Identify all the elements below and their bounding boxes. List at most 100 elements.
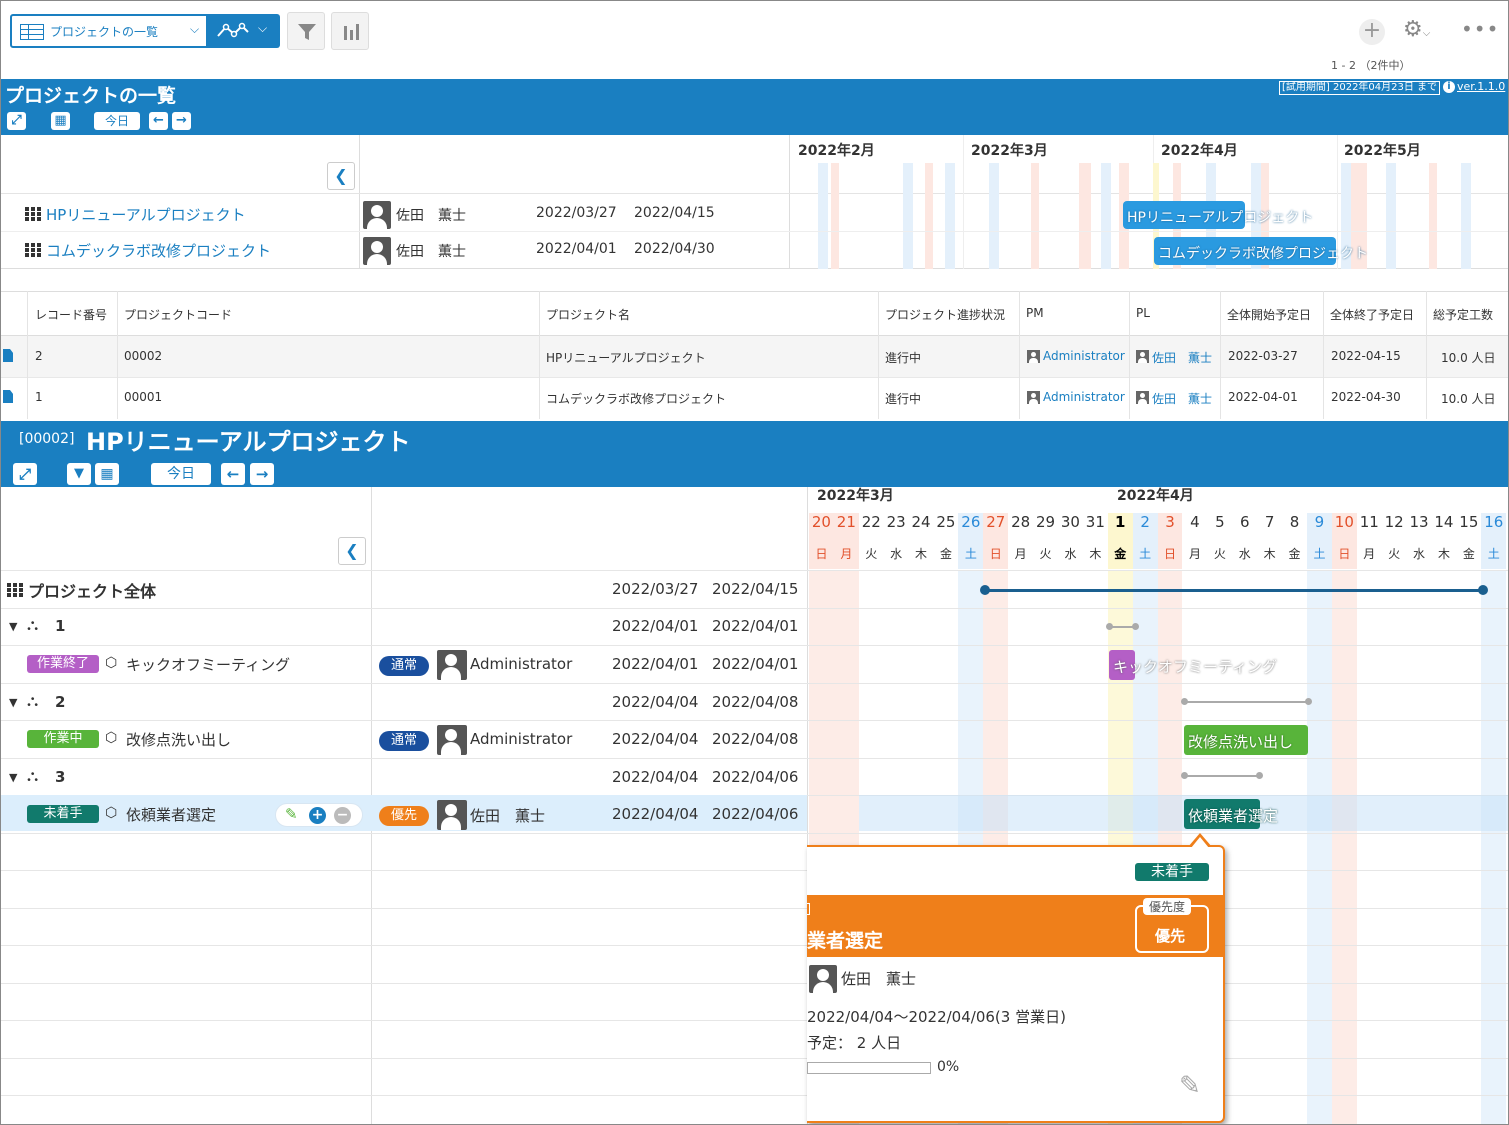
today-button[interactable]: 今日: [151, 463, 211, 485]
day-column-header: 10 日: [1331, 513, 1357, 569]
column-header[interactable]: プロジェクトコード: [124, 306, 232, 323]
avatar: [437, 725, 467, 755]
column-header[interactable]: 全体終了予定日: [1330, 306, 1414, 323]
project-link[interactable]: HPリニューアルプロジェクト: [46, 204, 246, 225]
group-span-line[interactable]: [1184, 775, 1260, 777]
today-button[interactable]: 今日: [94, 112, 140, 130]
more-options-icon[interactable]: •••: [1461, 17, 1499, 41]
table-cell[interactable]: 佐田 薫士: [1152, 349, 1212, 366]
remove-circle-icon[interactable]: −: [334, 807, 351, 824]
version-link[interactable]: ver.1.1.0: [1457, 80, 1505, 93]
start-date: 2022/03/27: [612, 580, 699, 598]
day-column-header: 27 日: [983, 513, 1009, 569]
edit-icon[interactable]: ✎: [1179, 1071, 1201, 1101]
calendar-icon[interactable]: ▦: [51, 112, 70, 130]
filter-button[interactable]: [287, 12, 325, 50]
task-bar-label: キックオフミーティング: [1113, 658, 1278, 676]
chevron-down-icon: ⌵: [258, 21, 268, 35]
weekday-label: 月: [1014, 547, 1027, 561]
weekday-label: 金: [1288, 547, 1301, 561]
weekday-label: 月: [840, 547, 853, 561]
task-label[interactable]: キックオフミーティング: [126, 654, 290, 675]
weekday-label: 金: [939, 547, 952, 561]
column-header[interactable]: プロジェクト進捗状況: [885, 306, 1005, 323]
day-column-header: 6水: [1232, 513, 1257, 569]
add-record-button[interactable]: +: [1359, 19, 1385, 45]
collapse-left-button[interactable]: ❮: [327, 162, 355, 190]
grid-icon: [25, 207, 41, 221]
caret-down-icon[interactable]: ▼: [9, 771, 17, 784]
page-title: プロジェクトの一覧: [5, 85, 177, 107]
prev-arrow-icon[interactable]: ←: [149, 112, 168, 130]
row-line: [1, 870, 1508, 871]
day-column-header: 26 土: [958, 513, 984, 569]
day-column-header: 5火: [1207, 513, 1232, 569]
table-cell[interactable]: 佐田 薫士: [1152, 390, 1212, 407]
prev-arrow-icon[interactable]: ←: [221, 463, 245, 485]
graph-view-button[interactable]: ⌵: [208, 14, 280, 48]
weekday-label: 木: [1263, 547, 1276, 561]
table-cell[interactable]: Administrator: [1043, 349, 1125, 363]
task-label[interactable]: 改修点洗い出し: [126, 729, 231, 750]
weekday-label: 水: [890, 547, 903, 561]
group-span-line[interactable]: [1184, 701, 1308, 703]
overview-header: プロジェクトの一覧 [試用期間] 2022年04月23日 まで i ver.1.…: [1, 79, 1508, 135]
day-column-header: 3日: [1157, 513, 1183, 569]
caret-down-icon[interactable]: ▼: [9, 696, 17, 709]
document-icon[interactable]: [3, 390, 13, 403]
priority-value: 優先: [1155, 927, 1186, 945]
expand-icon[interactable]: ⤢: [13, 463, 37, 485]
column-header[interactable]: レコード番号: [35, 306, 107, 323]
view-selector[interactable]: プロジェクトの一覧 ⌵: [10, 14, 208, 48]
status-badge: 未着手: [27, 805, 99, 823]
weekday-label: 月: [1188, 547, 1201, 561]
day-number: 10: [1334, 513, 1354, 531]
day-column-header: 30 水: [1058, 513, 1083, 569]
caret-down-icon[interactable]: ▼: [9, 620, 17, 633]
assignee-name: 佐田 薫士: [470, 807, 546, 825]
document-icon[interactable]: [3, 349, 13, 362]
column-header[interactable]: 全体開始予定日: [1227, 306, 1311, 323]
day-number: 7: [1264, 513, 1275, 531]
cube-icon: ⬡: [105, 655, 118, 671]
calendar-icon[interactable]: ▦: [95, 463, 119, 485]
weekday-label: 火: [1039, 547, 1052, 561]
column-header[interactable]: 総予定工数: [1433, 306, 1493, 323]
project-span-line[interactable]: [984, 589, 1484, 592]
popup-plan: 予定： 2 人日: [807, 1034, 902, 1052]
user-icon: [1136, 350, 1149, 363]
add-circle-icon[interactable]: +: [309, 807, 326, 824]
project-title: HPリニューアルプロジェクト: [86, 428, 411, 456]
weekday-label: 土: [1139, 547, 1152, 561]
expand-icon[interactable]: ⤢: [7, 112, 26, 130]
weekday-label: 水: [1238, 547, 1251, 561]
row-label: 2: [55, 693, 66, 711]
table-cell[interactable]: Administrator: [1043, 390, 1125, 404]
day-column-header: 24 木: [909, 513, 934, 569]
edit-icon[interactable]: ✎: [285, 805, 298, 823]
column-header[interactable]: PL: [1136, 306, 1150, 320]
next-arrow-icon[interactable]: →: [172, 112, 191, 130]
user-icon: [1027, 391, 1040, 404]
column-header[interactable]: プロジェクト名: [546, 306, 630, 323]
popup-assignee: 佐田 薫士: [841, 970, 917, 988]
gear-icon[interactable]: ⚙⌵: [1403, 17, 1430, 42]
day-column-header: 15 金: [1456, 513, 1481, 569]
column-header[interactable]: PM: [1026, 306, 1044, 320]
table-cell: HPリニューアルプロジェクト: [546, 351, 706, 365]
start-date: 2022/04/04: [612, 730, 699, 748]
project-link[interactable]: コムデックラボ改修プロジェクト: [46, 240, 271, 261]
day-column-header: 1金: [1107, 513, 1133, 569]
table-cell: 2022-04-15: [1331, 349, 1401, 363]
month-label: 2022年4月: [1117, 488, 1194, 504]
view-selector-label: プロジェクトの一覧: [50, 25, 159, 39]
day-column-header: 25 金: [934, 513, 959, 569]
table-cell: 1: [35, 390, 43, 404]
task-label[interactable]: 依頼業者選定: [126, 804, 216, 825]
day-number: 22: [861, 513, 881, 531]
assignee-name: Administrator: [470, 655, 573, 673]
collapse-left-button[interactable]: ❮: [338, 537, 366, 565]
next-arrow-icon[interactable]: →: [250, 463, 274, 485]
filter-icon[interactable]: ▼: [67, 463, 91, 485]
graph-button[interactable]: [331, 12, 369, 50]
